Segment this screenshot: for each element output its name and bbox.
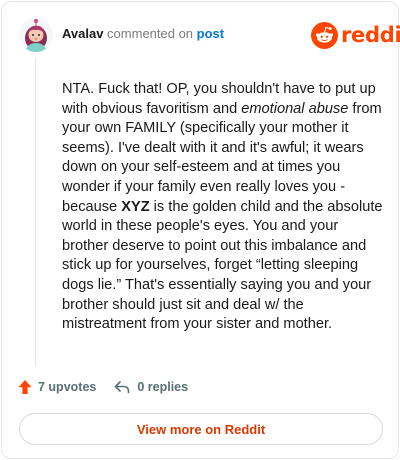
reply-icon [115, 381, 130, 394]
comment-action-text: commented on [103, 26, 197, 41]
reddit-wordmark: reddit [341, 23, 400, 47]
reddit-snoo-icon [311, 21, 338, 49]
replies-button[interactable]: 0 replies [114, 380, 188, 394]
avatar[interactable] [19, 18, 53, 52]
reddit-logo[interactable]: reddit [311, 20, 400, 50]
comment-text-part-3: is the golden child and the absolute wor… [62, 198, 383, 333]
comment-actions: 7 upvotes 0 replies [18, 379, 188, 395]
comment-card: Avalav commented on post reddit NTA. Fuc… [1, 1, 400, 459]
reply-count: 0 replies [137, 380, 189, 394]
upvote-arrow-icon [18, 380, 32, 394]
avatar-icon [19, 18, 53, 52]
view-more-button[interactable]: View more on Reddit [19, 413, 383, 445]
thread-line [35, 58, 36, 366]
comment-header: Avalav commented on post [62, 26, 224, 41]
comment-body: NTA. Fuck that! OP, you shouldn't have t… [62, 80, 388, 335]
post-link[interactable]: post [197, 26, 224, 41]
username-link[interactable]: Avalav [62, 26, 103, 41]
comment-text-part-2: from your own FAMILY (specifically your … [62, 100, 382, 215]
comment-bold-text: XYZ [121, 198, 150, 215]
upvote-button[interactable]: 7 upvotes [18, 379, 96, 395]
upvote-count: 7 upvotes [38, 380, 97, 394]
comment-emphasis-text: emotional abuse [241, 100, 349, 117]
